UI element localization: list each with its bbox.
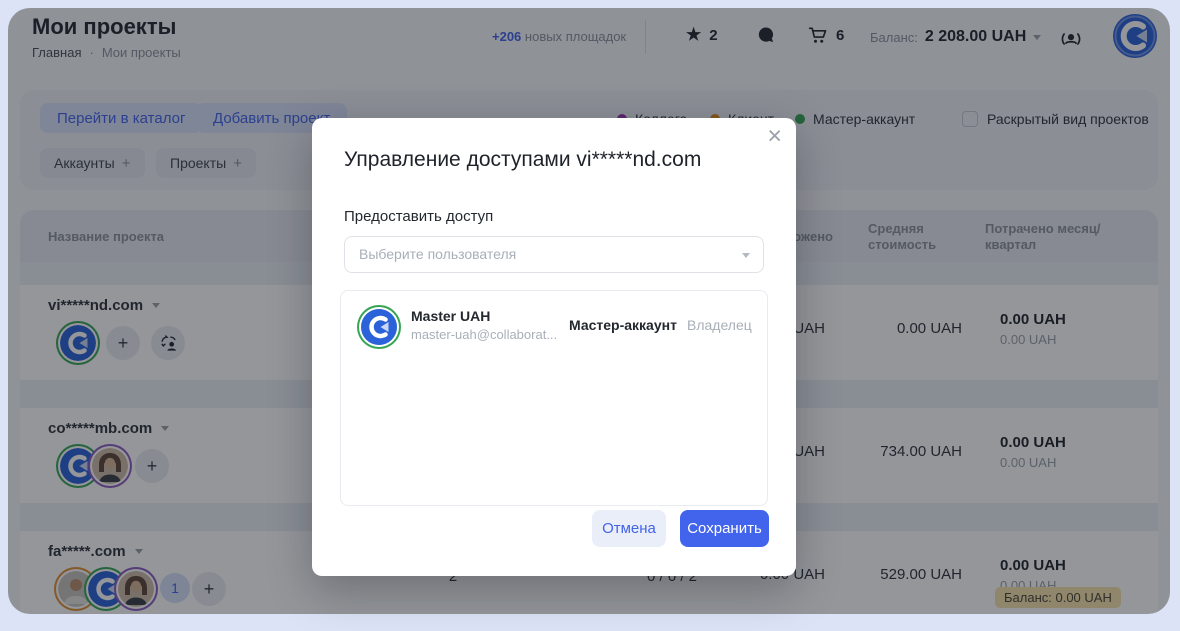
user-status: Владелец xyxy=(687,317,752,333)
modal-title: Управление доступами vi*****nd.com xyxy=(344,148,702,171)
avatar xyxy=(361,309,397,345)
user-email: master-uah@collaborat... xyxy=(411,327,558,342)
page: Мои проекты Главная · Мои проекты +206 н… xyxy=(0,0,1180,631)
user-select-placeholder: Выберите пользователя xyxy=(359,246,517,262)
access-management-modal: × Управление доступами vi*****nd.com Пре… xyxy=(312,118,796,576)
save-button[interactable]: Сохранить xyxy=(680,510,769,547)
cancel-button[interactable]: Отмена xyxy=(592,510,666,547)
user-select[interactable]: Выберите пользователя xyxy=(344,236,764,273)
close-icon[interactable]: × xyxy=(767,124,782,149)
users-list: Master UAH master-uah@collaborat... Маст… xyxy=(340,290,768,506)
grant-access-label: Предоставить доступ xyxy=(344,208,494,225)
user-role: Мастер-аккаунт xyxy=(569,317,677,333)
user-name: Master UAH xyxy=(411,308,491,324)
chevron-down-icon xyxy=(742,253,750,258)
